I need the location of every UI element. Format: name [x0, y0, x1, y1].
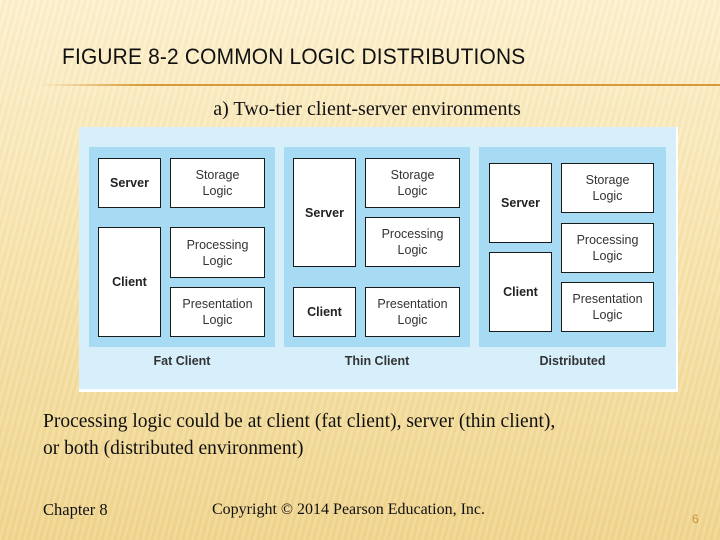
- fat-server-box: Server: [98, 158, 161, 208]
- thin-processing-logic-box: Processing Logic: [365, 217, 460, 267]
- dist-server-box: Server: [489, 163, 552, 243]
- thin-storage-logic-box: Storage Logic: [365, 158, 460, 208]
- dist-client-box: Client: [489, 252, 552, 332]
- body-line-1: Processing logic could be at client (fat…: [43, 411, 556, 432]
- thin-client-box: Client: [293, 287, 356, 337]
- footer-chapter: Chapter 8: [43, 500, 108, 519]
- fat-client-box: Client: [98, 227, 161, 337]
- dist-presentation-logic-box: Presentation Logic: [561, 282, 654, 332]
- page-number: 6: [692, 512, 699, 526]
- body-text: Processing logic could be at client (fat…: [43, 408, 703, 462]
- thin-server-box: Server: [293, 158, 356, 267]
- fat-client-caption: Fat Client: [153, 354, 211, 368]
- dist-storage-logic-box: Storage Logic: [561, 163, 654, 213]
- footer-copyright: Copyright © 2014 Pearson Education, Inc.: [212, 501, 485, 518]
- distributed-panel: Server Storage Logic Processing Logic Cl…: [479, 147, 666, 347]
- fat-client-panel: Server Storage Logic Client Processing L…: [89, 147, 275, 347]
- thin-presentation-logic-box: Presentation Logic: [365, 287, 460, 337]
- fat-processing-logic-box: Processing Logic: [170, 227, 265, 278]
- slide-title: FIGURE 8-2 COMMON LOGIC DISTRIBUTIONS: [62, 44, 526, 69]
- thin-client-panel: Server Storage Logic Processing Logic Cl…: [284, 147, 470, 347]
- fat-presentation-logic-box: Presentation Logic: [170, 287, 265, 337]
- body-line-2: or both (distributed environment): [43, 438, 304, 459]
- distributed-caption: Distributed: [539, 354, 606, 368]
- fat-storage-logic-box: Storage Logic: [170, 158, 265, 208]
- thin-client-caption: Thin Client: [344, 354, 410, 368]
- title-divider: [40, 84, 720, 86]
- slide-subtitle: a) Two-tier client-server environments: [213, 98, 521, 120]
- logic-distribution-figure: Server Storage Logic Client Processing L…: [79, 127, 678, 392]
- dist-processing-logic-box: Processing Logic: [561, 223, 654, 273]
